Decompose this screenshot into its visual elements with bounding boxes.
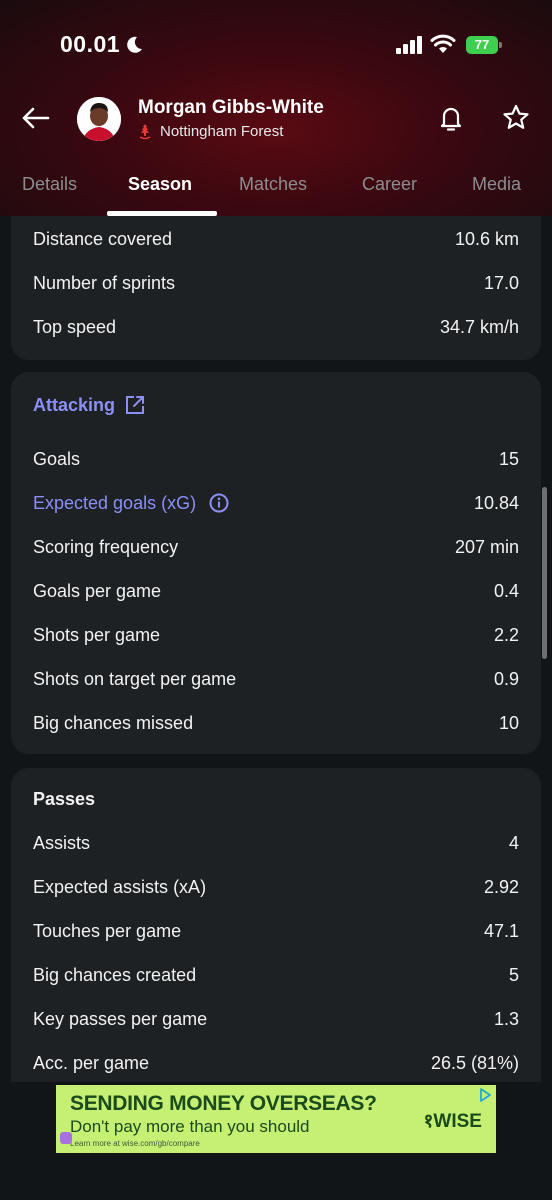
stat-value: 0.9 [493, 669, 519, 689]
stat-value: 10.6 km [454, 229, 519, 249]
tab-media[interactable]: Media [472, 174, 521, 195]
xg-label: Expected goals (xG) [33, 493, 197, 513]
stat-row: Goals per game 0.4 [33, 578, 519, 604]
stat-row: Expected assists (xA) 2.92 [33, 874, 519, 900]
stat-label: Key passes per game [33, 1009, 208, 1029]
stat-value: 2.92 [483, 877, 519, 897]
bell-icon[interactable] [434, 101, 468, 135]
player-name: Morgan Gibbs-White [138, 97, 324, 118]
stat-label: Touches per game [33, 921, 182, 941]
ad-banner[interactable]: SENDING MONEY OVERSEAS? Don't pay more t… [56, 1085, 496, 1153]
scrollbar[interactable] [542, 487, 547, 659]
stat-label: Expected assists (xA) [33, 877, 207, 897]
external-link-icon [126, 396, 144, 414]
stat-row: Acc. per game 26.5 (81%) [33, 1050, 519, 1076]
stat-row: Top speed 34.7 km/h [33, 314, 519, 340]
xg-row[interactable]: Expected goals (xG) 10.84 [33, 490, 519, 516]
stat-value: 2.2 [493, 625, 519, 645]
tab-bar: Details Season Matches Career Media [0, 160, 552, 216]
stat-row: Scoring frequency 207 min [33, 534, 519, 560]
team-crest-icon [139, 124, 151, 140]
ad-footer: Learn more at wise.com/gb/compare [70, 1139, 200, 1148]
info-icon[interactable] [209, 493, 229, 513]
stat-label: Number of sprints [33, 273, 176, 293]
stat-row: Distance covered 10.6 km [33, 226, 519, 252]
stat-label: Top speed [33, 317, 117, 337]
ad-badge-icon [60, 1132, 72, 1144]
physical-card: Distance covered 10.6 km Number of sprin… [11, 216, 541, 360]
stat-value: 26.5 (81%) [430, 1053, 519, 1073]
stat-row: Big chances missed 10 [33, 710, 519, 736]
moon-icon [127, 36, 142, 53]
battery-icon: 77 [466, 36, 502, 54]
attacking-card: Attacking Goals 15 Expected goals (xG) 1… [11, 372, 541, 754]
stat-value: 1.3 [493, 1009, 519, 1029]
ad-area: SENDING MONEY OVERSEAS? Don't pay more t… [0, 1082, 552, 1200]
stat-label: Acc. per game [33, 1053, 150, 1073]
stat-row: Shots per game 2.2 [33, 622, 519, 648]
stat-label: Goals per game [33, 581, 162, 601]
season-stats-scroll[interactable]: Distance covered 10.6 km Number of sprin… [0, 216, 552, 1082]
stat-value: 5 [508, 965, 519, 985]
stat-label: Shots on target per game [33, 669, 237, 689]
star-icon[interactable] [499, 101, 533, 135]
stat-row: Assists 4 [33, 830, 519, 856]
attacking-title-link[interactable]: Attacking [33, 392, 144, 418]
tab-career[interactable]: Career [362, 174, 417, 195]
stat-row: Key passes per game 1.3 [33, 1006, 519, 1032]
stat-value: 207 min [454, 537, 519, 557]
stat-value: 0.4 [493, 581, 519, 601]
stat-label: Goals [33, 449, 81, 469]
stat-value: 4 [508, 833, 519, 853]
attacking-title: Attacking [33, 395, 116, 415]
battery-cap [499, 42, 502, 48]
battery-level: 77 [466, 36, 498, 54]
signal-icon [396, 36, 422, 54]
team-name: Nottingham Forest [160, 123, 284, 140]
stat-value: 15 [498, 449, 519, 469]
stat-label: Distance covered [33, 229, 173, 249]
wifi-icon [430, 34, 456, 53]
stat-value: 17.0 [483, 273, 519, 293]
stat-row: Big chances created 5 [33, 962, 519, 988]
player-header: 00.01 77 Morgan Gibbs-White Nottingham F… [0, 0, 552, 216]
passes-card: Passes Assists 4 Expected assists (xA) 2… [11, 768, 541, 1082]
status-bar: 00.01 77 [0, 0, 552, 90]
stat-label: Shots per game [33, 625, 161, 645]
stat-value: 34.7 km/h [439, 317, 519, 337]
stat-value: 10.84 [473, 493, 519, 513]
tab-season[interactable]: Season [128, 174, 192, 195]
stat-row: Shots on target per game 0.9 [33, 666, 519, 692]
stat-row: Touches per game 47.1 [33, 918, 519, 944]
stat-value: 47.1 [483, 921, 519, 941]
stat-label: Scoring frequency [33, 537, 179, 557]
stat-label: Big chances created [33, 965, 197, 985]
tab-matches[interactable]: Matches [239, 174, 307, 195]
player-photo [77, 97, 121, 141]
tab-details[interactable]: Details [22, 174, 77, 195]
avatar [77, 97, 121, 141]
stat-label: Big chances missed [33, 713, 194, 733]
stat-label: Assists [33, 833, 91, 853]
back-arrow-icon[interactable] [18, 100, 54, 136]
stat-row: Goals 15 [33, 446, 519, 472]
ad-headline: SENDING MONEY OVERSEAS? [70, 1092, 377, 1115]
ad-brand: १WISE [423, 1111, 482, 1132]
adchoices-icon[interactable] [478, 1088, 492, 1102]
ad-subline: Don't pay more than you should [70, 1117, 310, 1136]
stat-row: Number of sprints 17.0 [33, 270, 519, 296]
passes-title: Passes [33, 789, 96, 809]
status-time: 00.01 [60, 31, 121, 57]
stat-value: 10 [498, 713, 519, 733]
